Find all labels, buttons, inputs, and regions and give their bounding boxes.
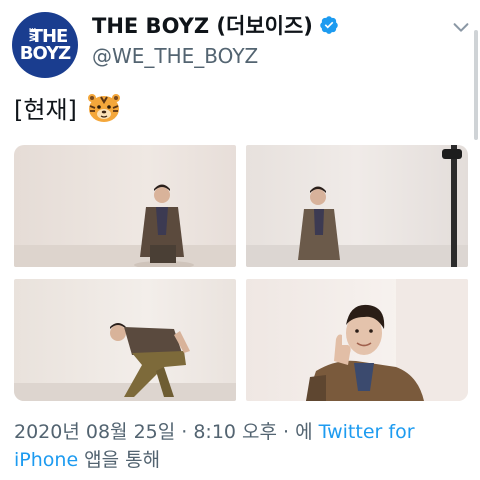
photo-3[interactable] (14, 279, 236, 401)
tweet-footer: 2020년 08월 25일 · 8:10 오후 · 에 Twitter for i… (14, 418, 454, 474)
photo-4[interactable] (246, 279, 468, 401)
avatar[interactable]: WE THE BOYZ (12, 12, 78, 78)
photo-1-image (14, 184, 236, 267)
name-row[interactable]: THE BOYZ (더보이즈) (92, 10, 339, 40)
photo-2-image (246, 145, 468, 267)
verified-badge-icon (320, 16, 338, 34)
source-link-part2[interactable]: iPhone (14, 449, 78, 471)
photo-4-image (306, 279, 468, 401)
tweet-text: [현재] (14, 96, 77, 124)
avatar-text-small: WE (28, 27, 38, 42)
photo-1[interactable] (14, 145, 236, 267)
account-handle[interactable]: @WE_THE_BOYZ (92, 44, 258, 68)
source-link-part1[interactable]: Twitter for (319, 421, 415, 443)
source-suffix: 앱을 통해 (78, 449, 161, 471)
photo-2[interactable] (246, 145, 468, 267)
chevron-down-icon[interactable] (450, 16, 472, 38)
photo-grid (14, 145, 468, 401)
tiger-face-icon (87, 93, 120, 122)
photo-3-image (14, 323, 236, 401)
avatar-text-line2: BOYZ (19, 43, 71, 64)
tweet-text-row: [현재] (14, 90, 121, 125)
scrollbar[interactable] (474, 30, 478, 140)
display-name[interactable]: THE BOYZ (더보이즈) (92, 10, 313, 40)
timestamp[interactable]: 2020년 08월 25일 · 8:10 오후 · 에 (14, 421, 319, 443)
